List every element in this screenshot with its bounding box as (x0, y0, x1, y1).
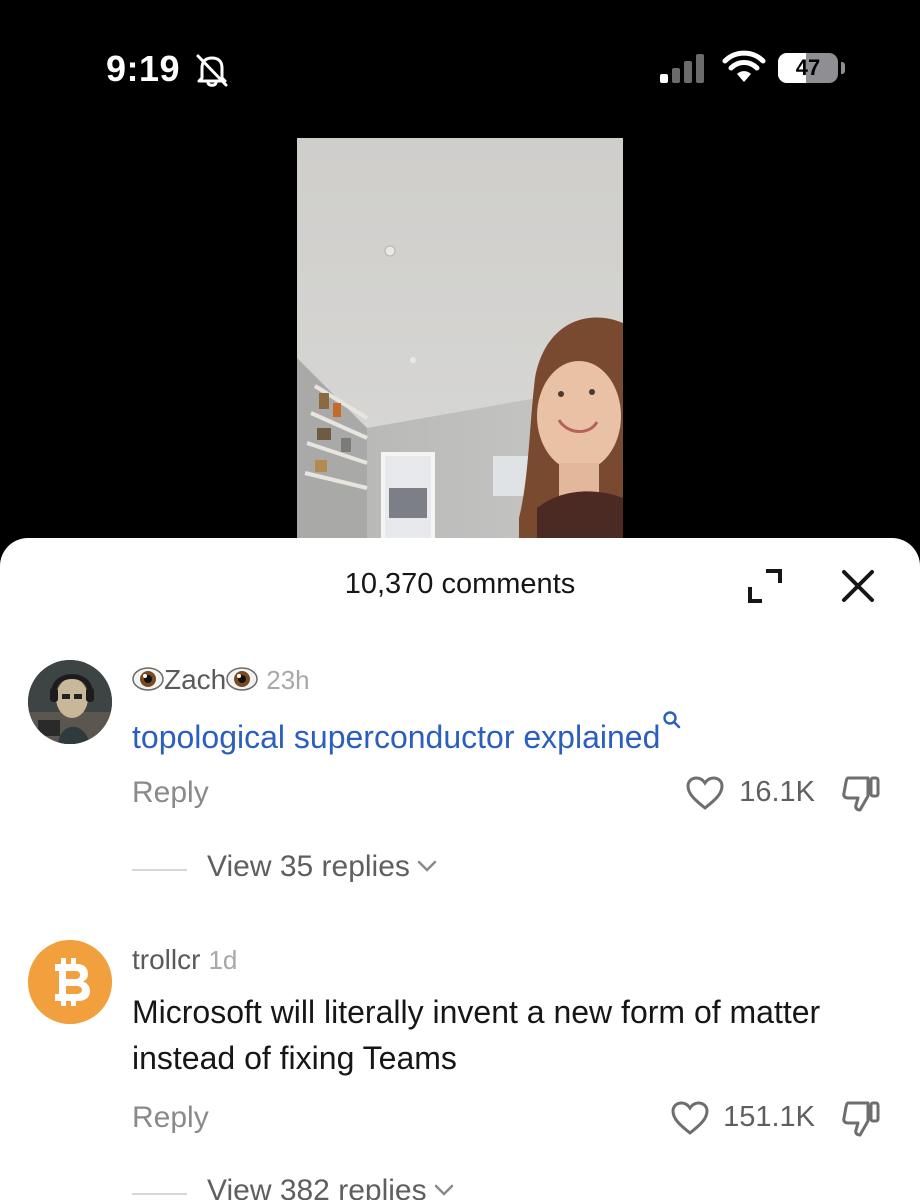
dislike-icon[interactable] (838, 774, 884, 814)
bell-slash-icon (196, 54, 228, 87)
eyes-emoji-icon (226, 667, 258, 691)
divider-line (132, 1193, 187, 1195)
search-icon (663, 711, 681, 729)
battery-icon: 47 (778, 53, 848, 83)
heart-icon (671, 1101, 709, 1135)
status-time: 9:19 (106, 48, 181, 89)
cellular-signal-icon (660, 54, 704, 83)
avatar-image (28, 660, 112, 744)
comment-timestamp: 23h (266, 665, 310, 695)
like-count: 16.1K (739, 776, 815, 808)
expand-icon[interactable] (742, 566, 786, 606)
comment-timestamp: 1d (208, 945, 238, 975)
view-replies-button[interactable]: View 35 replies (132, 850, 472, 890)
eyes-emoji-icon (132, 667, 164, 691)
divider-line (132, 869, 187, 871)
video-player[interactable] (297, 138, 623, 558)
view-replies-label: View 35 replies (207, 850, 410, 883)
bitcoin-logo-icon (28, 940, 112, 1024)
reply-button[interactable]: Reply (132, 776, 209, 810)
view-replies-button[interactable]: View 382 replies (132, 1174, 492, 1200)
dislike-icon[interactable] (838, 1099, 884, 1139)
comment-header: Zach 23h (132, 664, 310, 696)
chevron-down-icon (417, 860, 437, 872)
comment-header: trollcr 1d (132, 944, 237, 976)
like-count: 151.1K (723, 1101, 815, 1133)
chevron-down-icon (434, 1184, 453, 1196)
status-bar: 9:19 47 (0, 0, 920, 120)
battery-percentage: 47 (795, 55, 821, 80)
comment-search-link[interactable]: topological superconductor explained (132, 710, 852, 760)
comment-username[interactable]: Zach (132, 664, 258, 695)
comments-sheet: 10,370 comments Zach 23h topological sup… (0, 538, 920, 1200)
wifi-icon (722, 50, 766, 82)
like-button[interactable]: 151.1K (640, 1099, 815, 1139)
comment-username-text: Zach (164, 664, 227, 695)
close-icon[interactable] (838, 566, 878, 606)
comment-text: Microsoft will literally invent a new fo… (132, 994, 821, 1076)
comment-username[interactable]: trollcr (132, 944, 200, 975)
heart-icon (686, 776, 724, 810)
avatar[interactable] (28, 660, 112, 744)
view-replies-label: View 382 replies (207, 1174, 427, 1200)
like-button[interactable]: 16.1K (640, 774, 815, 814)
video-frame-image (297, 138, 623, 558)
reply-button[interactable]: Reply (132, 1101, 209, 1135)
avatar[interactable] (28, 940, 112, 1024)
comment-text: topological superconductor explained (132, 719, 661, 755)
